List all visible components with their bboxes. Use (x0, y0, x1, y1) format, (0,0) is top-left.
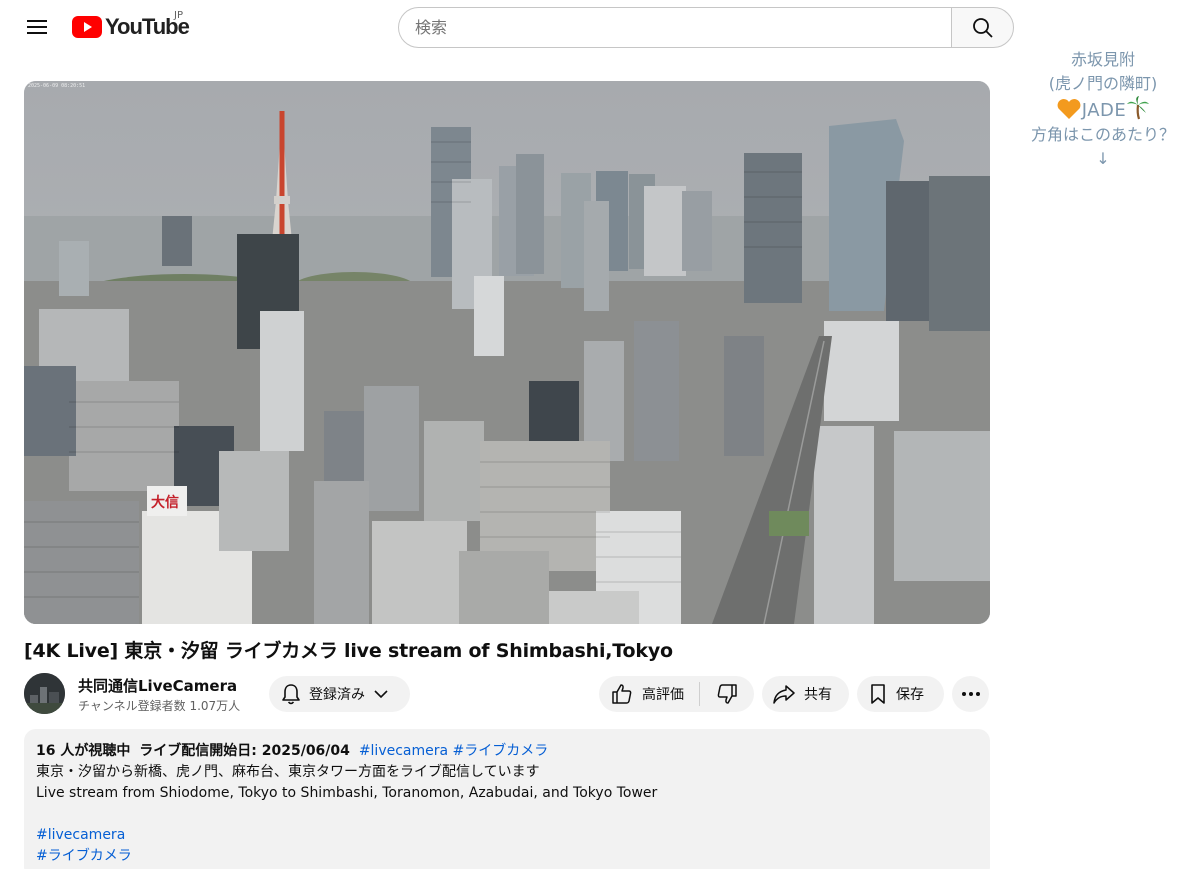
video-player[interactable]: 大信 2025-06-09 08:20:51 (24, 81, 990, 624)
palm-tree-icon (1127, 96, 1150, 120)
hashtag-link[interactable]: #ライブカメラ (453, 743, 549, 759)
viewer-count: 16 人が視聴中 (36, 743, 131, 759)
share-icon (773, 685, 795, 704)
annotation-line-4: 方角はこのあたり？ (1030, 125, 1175, 144)
annotation-line-2: (虎ノ門の隣町) (1048, 74, 1158, 93)
chevron-down-icon (374, 690, 388, 699)
search-icon (972, 17, 993, 38)
annotation-jade: JADE (1018, 96, 1188, 123)
description-line-en: Live stream from Shiodome, Tokyo to Shim… (36, 785, 658, 801)
subscriber-count: チャンネル登録者数 1.07万人 (78, 699, 241, 713)
description-line-jp: 東京・汐留から新橋、虎ノ門、麻布台、東京タワー方面をライブ配信しています (36, 764, 540, 780)
menu-button[interactable] (20, 10, 54, 44)
avatar-image (24, 673, 65, 714)
bell-icon (282, 684, 300, 705)
hashtag-link[interactable]: #ライブカメラ (36, 846, 978, 867)
like-button[interactable]: 高評価 (599, 676, 699, 712)
thumbs-down-icon (717, 684, 737, 704)
save-label: 保存 (896, 687, 924, 703)
youtube-logo[interactable]: YouTube (72, 14, 190, 40)
share-button[interactable]: 共有 (762, 676, 849, 712)
stream-start-date: ライブ配信開始日: 2025/06/04 (139, 743, 350, 759)
like-dislike-group: 高評価 (599, 676, 754, 712)
annotation-note: 赤坂見附 (虎ノ門の隣町) JADE 方角はこのあたり？ ↓ (1018, 48, 1188, 171)
hamburger-icon (27, 20, 47, 34)
hashtag-link[interactable]: #livecamera (359, 743, 448, 759)
dislike-button[interactable] (700, 676, 754, 712)
like-label: 高評価 (642, 687, 684, 703)
city-view: 大信 (24, 81, 990, 624)
heart-icon (1057, 99, 1081, 119)
description-box[interactable]: 16 人が視聴中 ライブ配信開始日: 2025/06/04 #livecamer… (24, 729, 990, 869)
channel-avatar[interactable] (24, 673, 65, 714)
bookmark-icon (871, 684, 885, 704)
hashtag-link[interactable]: #livecamera (36, 825, 978, 846)
down-arrow-icon: ↓ (1096, 149, 1110, 168)
subscribed-button[interactable]: 登録済み (269, 676, 410, 712)
logo-region: JP (174, 10, 183, 21)
save-button[interactable]: 保存 (857, 676, 944, 712)
more-horizontal-icon (961, 692, 980, 696)
share-label: 共有 (804, 687, 832, 703)
youtube-play-icon (72, 16, 102, 38)
more-actions-button[interactable] (952, 676, 989, 712)
subscribed-label: 登録済み (309, 687, 365, 703)
description-spacer (36, 804, 978, 825)
building-sign: 大信 (151, 494, 179, 511)
search-button[interactable] (951, 7, 1014, 48)
channel-name[interactable]: 共同通信LiveCamera (78, 675, 237, 696)
annotation-line-1: 赤坂見附 (1070, 50, 1135, 69)
thumbs-up-icon (612, 684, 632, 704)
video-timestamp-overlay: 2025-06-09 08:20:51 (28, 83, 86, 89)
search-input[interactable] (398, 7, 952, 48)
video-title: [4K Live] 東京・汐留 ライブカメラ live stream of Sh… (24, 640, 673, 662)
annotation-line-3: JADE (1081, 100, 1127, 121)
